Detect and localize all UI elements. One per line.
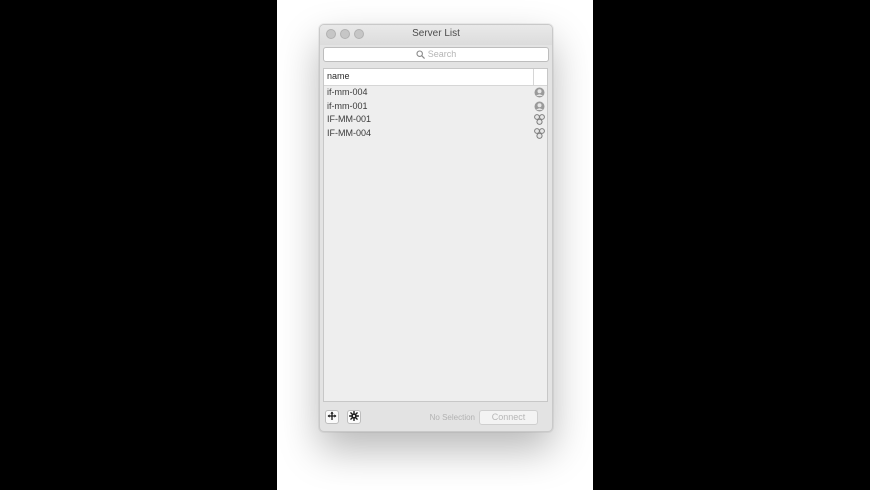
- list-item[interactable]: if-mm-004: [324, 86, 547, 100]
- server-name: IF-MM-004: [327, 127, 372, 138]
- single-user-icon: [534, 101, 545, 112]
- gear-icon: [348, 408, 360, 426]
- server-name: IF-MM-001: [327, 114, 372, 124]
- column-header-name[interactable]: name: [327, 71, 350, 81]
- single-user-icon: [534, 87, 545, 98]
- server-list-window: Server List Search name if-mm-004 if-mm-…: [319, 24, 553, 432]
- search-icon: [416, 50, 425, 59]
- bottom-toolbar: No Selection Connect: [320, 405, 552, 431]
- search-placeholder: Search: [427, 49, 457, 59]
- server-name: if-mm-001: [327, 100, 368, 111]
- search-field[interactable]: Search: [323, 47, 549, 62]
- column-divider: [533, 69, 534, 85]
- window-title: Server List: [412, 28, 460, 39]
- title-bar[interactable]: Server List: [320, 25, 552, 45]
- list-item[interactable]: IF-MM-001: [324, 113, 547, 127]
- user-group-icon: [534, 127, 545, 139]
- screen: Server List Search name if-mm-004 if-mm-…: [0, 0, 870, 490]
- list-item[interactable]: IF-MM-004: [324, 127, 547, 141]
- connect-button[interactable]: Connect: [479, 410, 538, 425]
- server-name: if-mm-004: [327, 87, 368, 97]
- list-item[interactable]: if-mm-001: [324, 100, 547, 114]
- server-list[interactable]: name if-mm-004 if-mm-001 IF-MM-001 IF-MM…: [323, 68, 548, 402]
- list-header[interactable]: name: [324, 69, 547, 86]
- add-server-icon: [327, 408, 337, 426]
- selection-status: No Selection: [429, 413, 475, 422]
- user-group-icon: [534, 114, 545, 125]
- settings-button[interactable]: [347, 410, 361, 424]
- add-server-button[interactable]: [325, 410, 339, 424]
